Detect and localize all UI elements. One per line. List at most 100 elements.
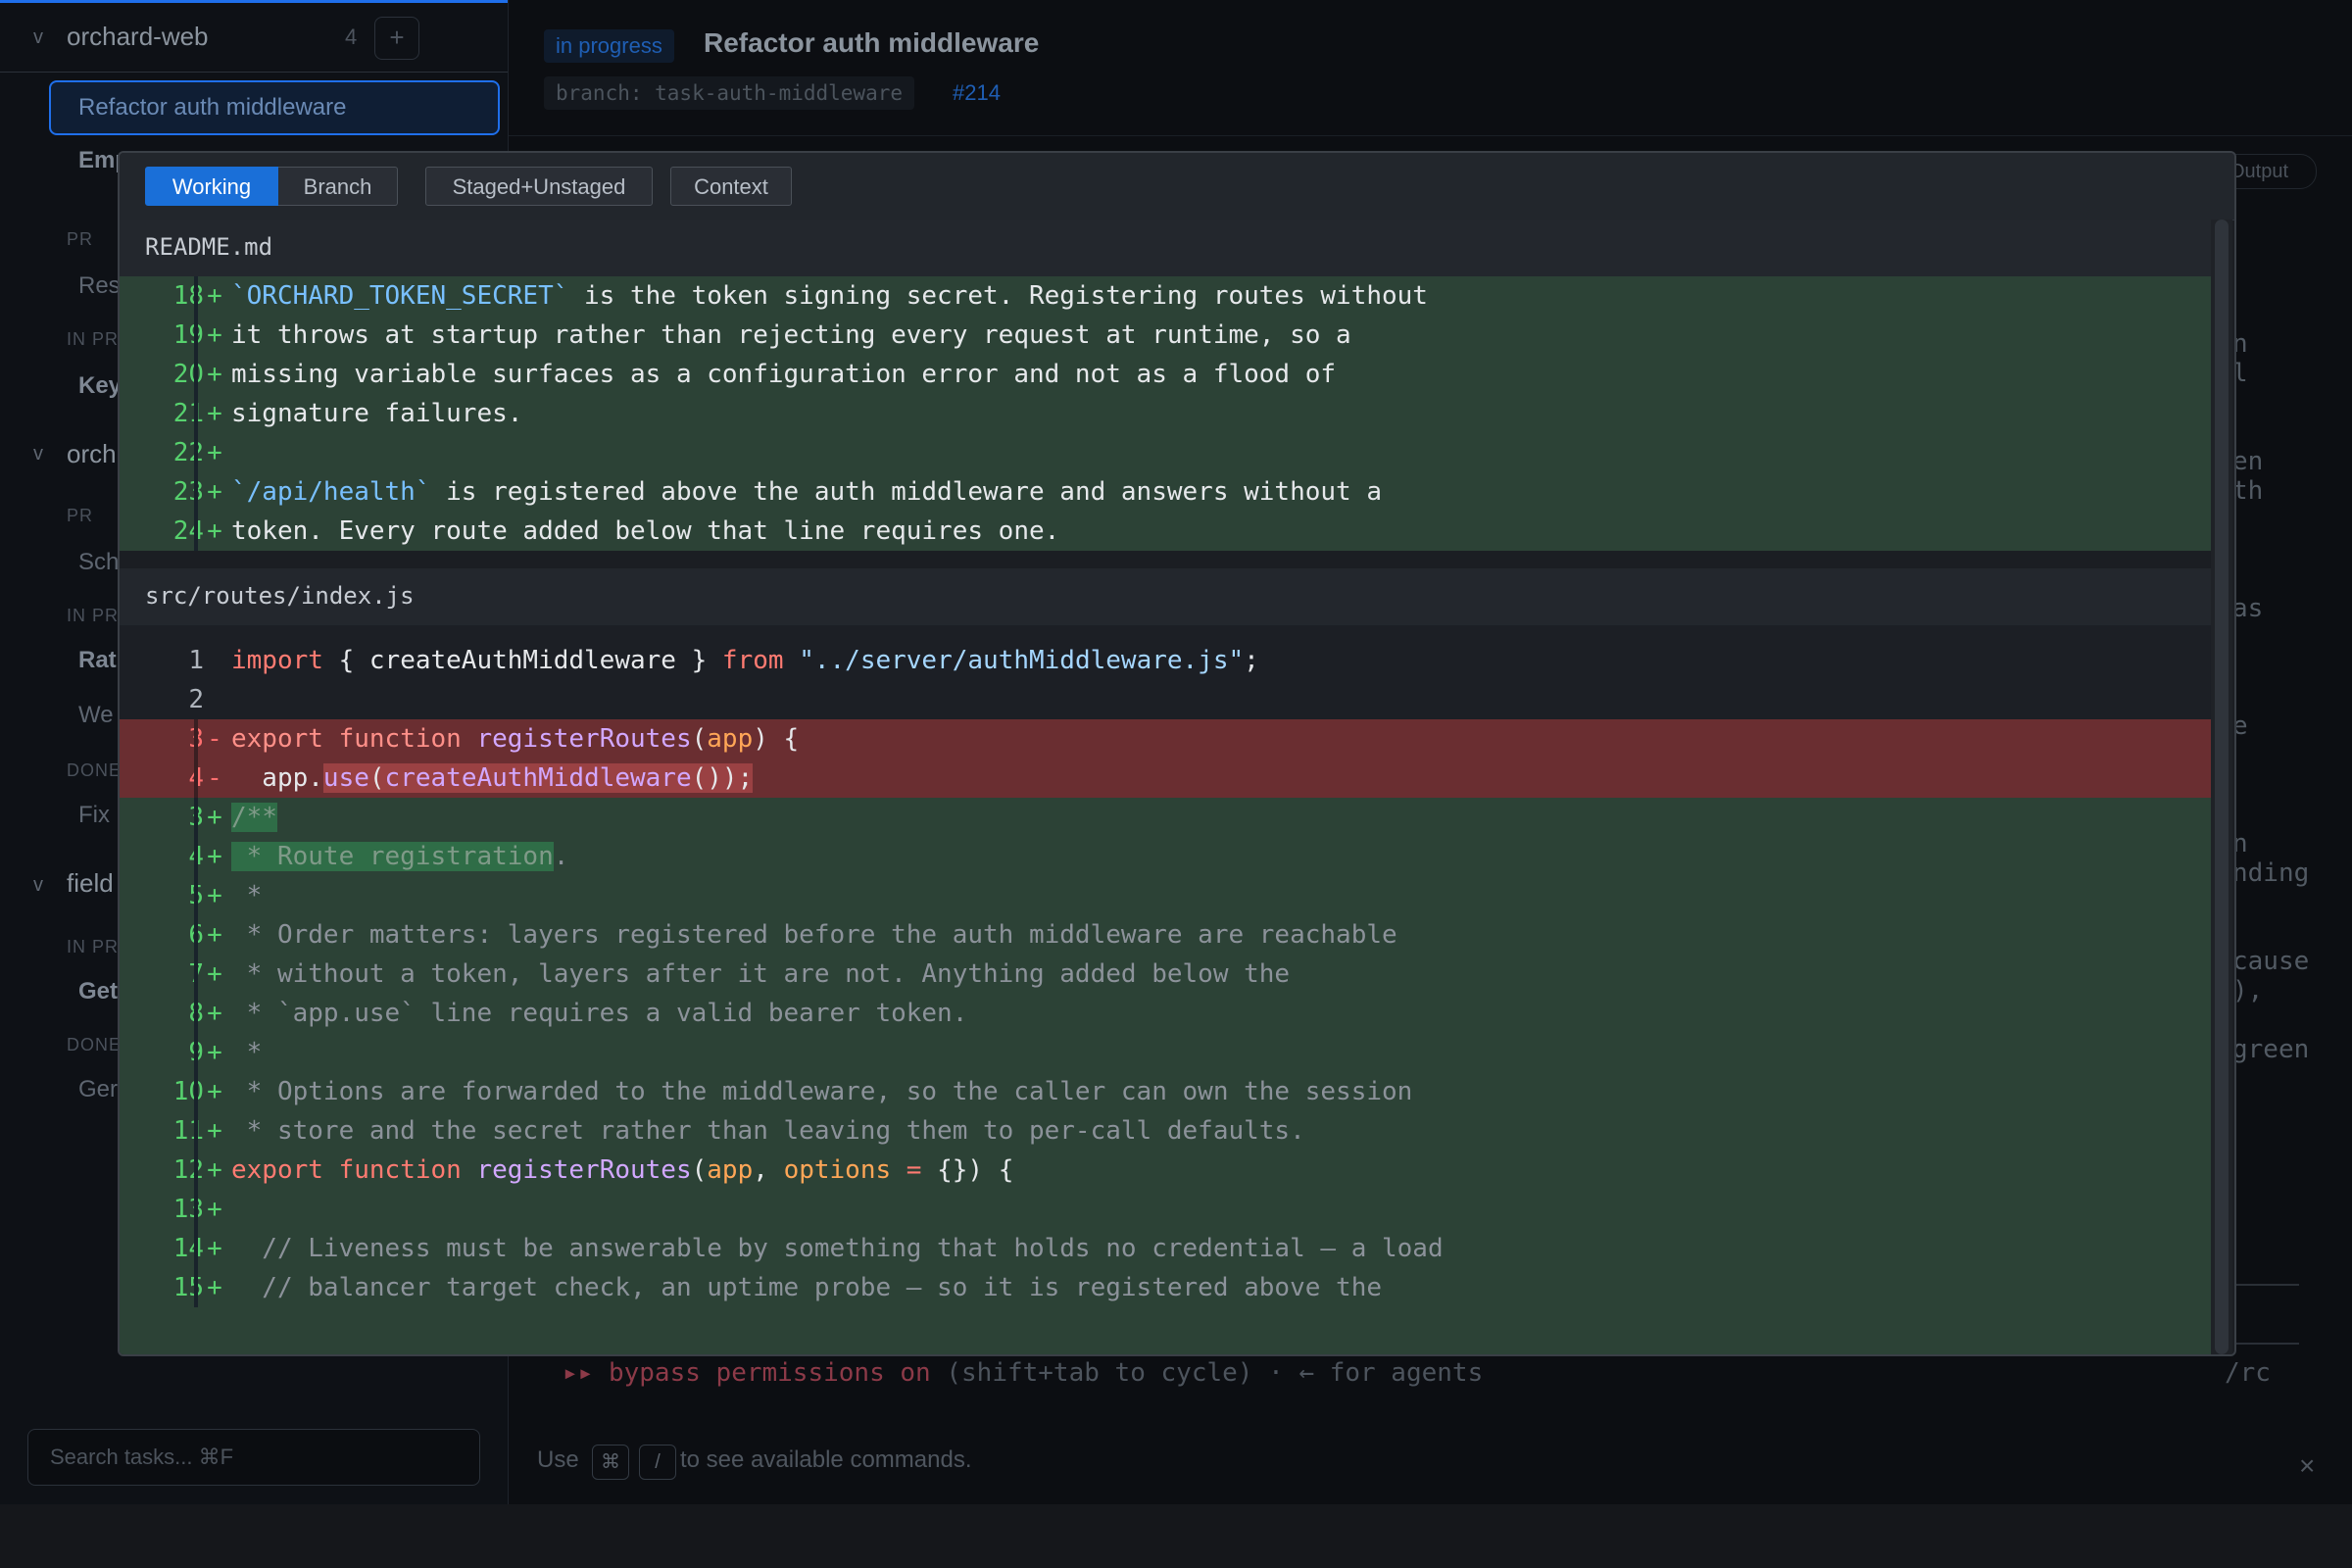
diff-line: 22 +	[120, 433, 2211, 472]
gutter-rule	[194, 876, 198, 915]
tab-context[interactable]: Context	[670, 167, 792, 206]
plus-icon: +	[207, 881, 222, 910]
sidebar-task[interactable]: Key	[78, 372, 122, 400]
gutter-rule	[194, 355, 198, 394]
diff-line: 3 - export function registerRoutes(app) …	[120, 719, 2211, 759]
sidebar-task[interactable]: Res	[78, 272, 121, 300]
chevron-down-icon[interactable]: v	[33, 874, 43, 897]
code-text: import { createAuthMiddleware } from "..…	[231, 641, 1259, 680]
diff-line: 8 + * `app.use` line requires a valid be…	[120, 994, 2211, 1033]
gutter-rule	[194, 512, 198, 551]
add-task-button[interactable]: +	[374, 17, 419, 60]
rc-command[interactable]: /rc	[2225, 1358, 2271, 1388]
code-text-rest: is the token signing secret. Registering…	[568, 281, 1428, 311]
code-function: createAuthMiddleware	[384, 763, 692, 793]
code-text: `/api/health` is registered above the au…	[231, 472, 1382, 512]
sidebar-task[interactable]: Rat	[78, 647, 117, 674]
code-text-rest: { createAuthMiddleware }	[322, 646, 722, 675]
sidebar-task-refactor-auth[interactable]: Refactor auth middleware	[49, 80, 500, 135]
bypass-label: bypass permissions on	[608, 1358, 931, 1388]
sidebar-task[interactable]: We	[78, 702, 114, 729]
scrollbar-thumb[interactable]	[2215, 220, 2229, 1354]
code-operator: =	[891, 1155, 938, 1185]
sidebar-task[interactable]: Get	[78, 978, 118, 1005]
code-text-rest: ;	[1244, 646, 1259, 675]
gutter-rule	[194, 798, 198, 837]
section-label: IN PR	[67, 329, 120, 349]
page-title: Refactor auth middleware	[704, 27, 1040, 58]
section-label: DONE	[67, 1035, 122, 1054]
gutter-rule	[194, 1229, 198, 1268]
plus-icon: +	[207, 1077, 222, 1106]
code-comment: * Route registration	[231, 842, 554, 871]
code-keyword: from	[721, 646, 784, 675]
task-label: Refactor auth middleware	[78, 94, 347, 121]
code-punct: {}) {	[937, 1155, 1014, 1185]
chevron-down-icon[interactable]: v	[33, 26, 43, 49]
diff-line: 1 import { createAuthMiddleware } from "…	[120, 641, 2211, 680]
chevron-down-icon[interactable]: v	[33, 443, 43, 466]
sidebar-task[interactable]: Sch	[78, 549, 119, 576]
diff-line: 4 + * Route registration.	[120, 837, 2211, 876]
line-number: 2	[188, 685, 204, 714]
repo-name[interactable]: orch	[67, 439, 117, 469]
terminal-text: as	[2232, 594, 2264, 623]
repo-row-orchard-web[interactable]: v orchard-web 4 +	[0, 0, 508, 73]
bypass-permissions-status[interactable]: ▸▸ bypass permissions on (shift+tab to c…	[563, 1358, 1483, 1388]
plus-icon: +	[207, 1273, 222, 1302]
tab-branch[interactable]: Branch	[278, 167, 398, 206]
code-comment: *	[231, 881, 263, 910]
code-punct: ,	[753, 1155, 784, 1185]
search-tasks-box[interactable]	[27, 1429, 480, 1486]
plus-icon: +	[207, 842, 222, 871]
tab-staged-unstaged[interactable]: Staged+Unstaged	[425, 167, 653, 206]
branch-chip: branch: task-auth-middleware	[544, 76, 915, 110]
plus-icon: +	[207, 1116, 222, 1146]
code-keyword: export	[231, 1155, 323, 1185]
diff-line: 6 + * Order matters: layers registered b…	[120, 915, 2211, 955]
sidebar-task[interactable]: Fix	[78, 802, 110, 829]
code-comment: * Order matters: layers registered befor…	[231, 920, 1397, 950]
diff-line: 9 + *	[120, 1033, 2211, 1072]
diff-line: 4 - app.use(createAuthMiddleware());	[120, 759, 2211, 798]
fast-forward-icon: ▸▸	[563, 1358, 594, 1388]
section-label: PR	[67, 229, 94, 249]
diff-tab-bar: Working Branch Staged+Unstaged Context	[120, 153, 2234, 220]
code-text: export function registerRoutes(app) {	[231, 719, 799, 759]
plus-icon: +	[207, 1195, 222, 1224]
plus-icon: +	[207, 1234, 222, 1263]
search-input[interactable]	[48, 1444, 464, 1471]
hint-text: to see available commands.	[680, 1446, 972, 1473]
gutter-rule	[194, 955, 198, 994]
diff-scrollbar[interactable]	[2211, 220, 2232, 1354]
gutter-rule	[194, 1072, 198, 1111]
gutter-rule	[194, 759, 198, 798]
plus-icon: +	[207, 516, 222, 546]
diff-line: 10 + * Options are forwarded to the midd…	[120, 1072, 2211, 1111]
file-header-routes-index[interactable]: src/routes/index.js	[120, 568, 2211, 626]
code-comment: * `app.use` line requires a valid bearer…	[231, 999, 968, 1028]
code-keyword: function	[322, 1155, 462, 1185]
sidebar-task[interactable]: Ger	[78, 1076, 118, 1103]
plus-icon: +	[207, 959, 222, 989]
diff-line: 20 + missing variable surfaces as a conf…	[120, 355, 2211, 394]
file-header-readme[interactable]: README.md	[120, 220, 2211, 277]
diff-line: 15 + // balancer target check, an uptime…	[120, 1268, 2211, 1307]
code-text: signature failures.	[231, 399, 523, 428]
code-punct: ) {	[753, 724, 800, 754]
gutter-rule	[194, 1268, 198, 1307]
cmd-key-icon: ⌘	[592, 1445, 629, 1480]
diff-line: 13 +	[120, 1190, 2211, 1229]
close-icon[interactable]: ×	[2299, 1450, 2315, 1482]
tab-working[interactable]: Working	[145, 167, 278, 206]
plus-icon: +	[207, 999, 222, 1028]
diff-line: 5 + *	[120, 876, 2211, 915]
code-comment: // balancer target check, an uptime prob…	[231, 1273, 1382, 1302]
gutter-rule	[194, 1111, 198, 1151]
plus-icon: +	[207, 1038, 222, 1067]
pr-link[interactable]: #214	[953, 80, 1001, 106]
code-text: /**	[231, 798, 277, 837]
repo-name[interactable]: field	[67, 868, 114, 899]
section-label: IN PR	[67, 606, 120, 625]
diff-line: 12 + export function registerRoutes(app,…	[120, 1151, 2211, 1190]
